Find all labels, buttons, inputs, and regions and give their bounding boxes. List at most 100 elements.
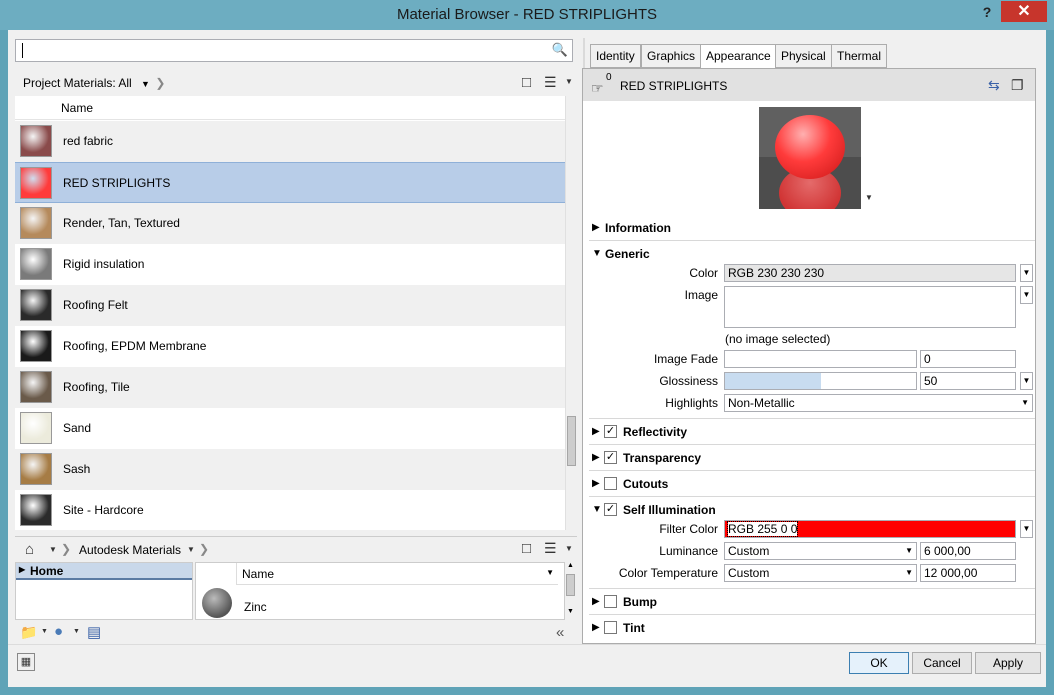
- chevron-down-icon[interactable]: ▼: [141, 79, 150, 89]
- scroll-up-icon[interactable]: ▲: [567, 562, 574, 569]
- list-item[interactable]: Roofing, EPDM Membrane: [15, 326, 565, 367]
- glossiness-slider[interactable]: [724, 372, 917, 390]
- list-item[interactable]: RED STRIPLIGHTS: [15, 162, 565, 203]
- highlights-select[interactable]: Non-Metallic ▼: [724, 394, 1033, 412]
- section-tint[interactable]: ▶ Tint: [589, 618, 1035, 638]
- help-button[interactable]: ?: [975, 4, 999, 24]
- search-icon[interactable]: 🔍: [552, 42, 568, 58]
- image-fade-slider[interactable]: [724, 350, 917, 368]
- filter-color-field[interactable]: RGB 255 0 0: [724, 520, 1016, 538]
- close-button[interactable]: ✕: [1001, 1, 1047, 22]
- create-material-icon[interactable]: ●: [54, 623, 63, 640]
- collapse-panel-icon[interactable]: «: [556, 624, 564, 641]
- list-item[interactable]: Render, Tan, Textured: [15, 203, 565, 244]
- tree-item-home[interactable]: ▶ Home: [16, 563, 192, 580]
- material-editor-toggle-icon[interactable]: ▦: [17, 653, 35, 671]
- name-column-header[interactable]: Name: [242, 567, 274, 581]
- expand-icon[interactable]: ▶: [19, 565, 25, 574]
- expand-icon[interactable]: ▶: [592, 478, 600, 489]
- list-item[interactable]: Roofing, Tile: [15, 367, 565, 408]
- expand-icon[interactable]: ▶: [592, 622, 600, 633]
- list-item[interactable]: Sash: [15, 449, 565, 490]
- image-dropdown-button[interactable]: ▼: [1020, 286, 1033, 304]
- view-toggle-icon[interactable]: □: [522, 74, 531, 91]
- section-self-illumination[interactable]: ▼ ✓ Self Illumination: [589, 500, 1035, 520]
- library-item-zinc[interactable]: Zinc: [244, 600, 267, 614]
- color-temperature-select[interactable]: Custom ▼: [724, 564, 917, 582]
- replace-asset-icon[interactable]: ⇆: [988, 77, 1000, 94]
- home-icon[interactable]: ⌂: [25, 541, 34, 558]
- section-generic[interactable]: ▼ Generic: [589, 244, 1035, 264]
- image-field[interactable]: [724, 286, 1016, 328]
- search-input[interactable]: 🔍: [15, 39, 573, 62]
- chevron-down-icon[interactable]: ▼: [49, 545, 57, 554]
- list-item[interactable]: Rigid insulation: [15, 244, 565, 285]
- chevron-down-icon[interactable]: ▼: [41, 628, 48, 635]
- section-reflectivity[interactable]: ▶ ✓ Reflectivity: [589, 422, 1035, 442]
- collapse-icon[interactable]: ▼: [592, 504, 602, 515]
- reflectivity-checkbox[interactable]: ✓: [604, 425, 617, 438]
- list-view-icon[interactable]: ☰: [544, 74, 557, 91]
- chevron-down-icon[interactable]: ▼: [1021, 398, 1029, 407]
- scrollbar-thumb[interactable]: [567, 416, 576, 466]
- cutouts-checkbox[interactable]: [604, 477, 617, 490]
- tab-thermal[interactable]: Thermal: [831, 44, 888, 68]
- library-scrollbar[interactable]: ▲ ▼: [565, 562, 577, 620]
- list-item[interactable]: Roofing Felt: [15, 285, 565, 326]
- cancel-button[interactable]: Cancel: [912, 652, 972, 674]
- tab-graphics[interactable]: Graphics: [641, 44, 702, 68]
- self-illumination-checkbox[interactable]: ✓: [604, 503, 617, 516]
- luminance-value[interactable]: 6 000,00: [920, 542, 1016, 560]
- tab-identity[interactable]: Identity: [590, 44, 641, 68]
- list-item[interactable]: red fabric: [15, 121, 565, 162]
- glossiness-dropdown-button[interactable]: ▼: [1020, 372, 1033, 390]
- expand-icon[interactable]: ▶: [592, 426, 600, 437]
- view-toggle-icon[interactable]: □: [522, 540, 531, 557]
- luminance-select[interactable]: Custom ▼: [724, 542, 917, 560]
- collapse-icon[interactable]: ▼: [592, 248, 602, 259]
- filter-color-dropdown-button[interactable]: ▼: [1020, 520, 1033, 538]
- color-temperature-value[interactable]: 12 000,00: [920, 564, 1016, 582]
- tint-checkbox[interactable]: [604, 621, 617, 634]
- scroll-down-icon[interactable]: ▼: [567, 608, 574, 615]
- chevron-down-icon[interactable]: ▼: [865, 193, 873, 202]
- chevron-down-icon[interactable]: ▼: [905, 568, 913, 577]
- project-materials-breadcrumb[interactable]: Project Materials: All ▼ ❯: [15, 72, 174, 94]
- expand-icon[interactable]: ▶: [592, 222, 600, 233]
- list-item[interactable]: Sand: [15, 408, 565, 449]
- tab-physical[interactable]: Physical: [775, 44, 832, 68]
- material-preview[interactable]: [759, 107, 861, 209]
- list-view-icon[interactable]: ☰: [544, 540, 557, 557]
- library-list-header[interactable]: Name ▼: [236, 563, 558, 585]
- duplicate-asset-icon[interactable]: ❐: [1011, 77, 1024, 94]
- section-bump[interactable]: ▶ Bump: [589, 592, 1035, 612]
- chevron-down-icon[interactable]: ▼: [73, 628, 80, 635]
- expand-icon[interactable]: ▶: [592, 452, 600, 463]
- tab-appearance[interactable]: Appearance: [700, 44, 777, 70]
- section-transparency[interactable]: ▶ ✓ Transparency: [589, 448, 1035, 468]
- color-field[interactable]: RGB 230 230 230: [724, 264, 1016, 282]
- chevron-down-icon[interactable]: ▼: [187, 545, 195, 554]
- image-fade-value[interactable]: 0: [920, 350, 1016, 368]
- chevron-down-icon[interactable]: ▼: [905, 546, 913, 555]
- expand-icon[interactable]: ▶: [592, 596, 600, 607]
- name-column-header[interactable]: Name: [61, 101, 93, 115]
- chevron-down-icon[interactable]: ▼: [565, 77, 573, 86]
- chevron-down-icon[interactable]: ▼: [565, 544, 573, 553]
- glossiness-value[interactable]: 50: [920, 372, 1016, 390]
- list-header[interactable]: Name: [15, 96, 565, 120]
- bump-checkbox[interactable]: [604, 595, 617, 608]
- scrollbar-thumb[interactable]: [566, 574, 575, 596]
- library-breadcrumb[interactable]: Autodesk Materials: [79, 543, 181, 557]
- apply-button[interactable]: Apply: [975, 652, 1041, 674]
- section-information[interactable]: ▶ Information: [589, 218, 1035, 238]
- section-cutouts[interactable]: ▶ Cutouts: [589, 474, 1035, 494]
- list-scrollbar[interactable]: [565, 96, 577, 530]
- chevron-down-icon[interactable]: ▼: [546, 568, 554, 577]
- color-dropdown-button[interactable]: ▼: [1020, 264, 1033, 282]
- list-item[interactable]: Site - Hardcore: [15, 490, 565, 530]
- open-library-icon[interactable]: 📁: [20, 624, 37, 641]
- asset-browser-icon[interactable]: ▤: [87, 623, 101, 641]
- transparency-checkbox[interactable]: ✓: [604, 451, 617, 464]
- ok-button[interactable]: OK: [849, 652, 909, 674]
